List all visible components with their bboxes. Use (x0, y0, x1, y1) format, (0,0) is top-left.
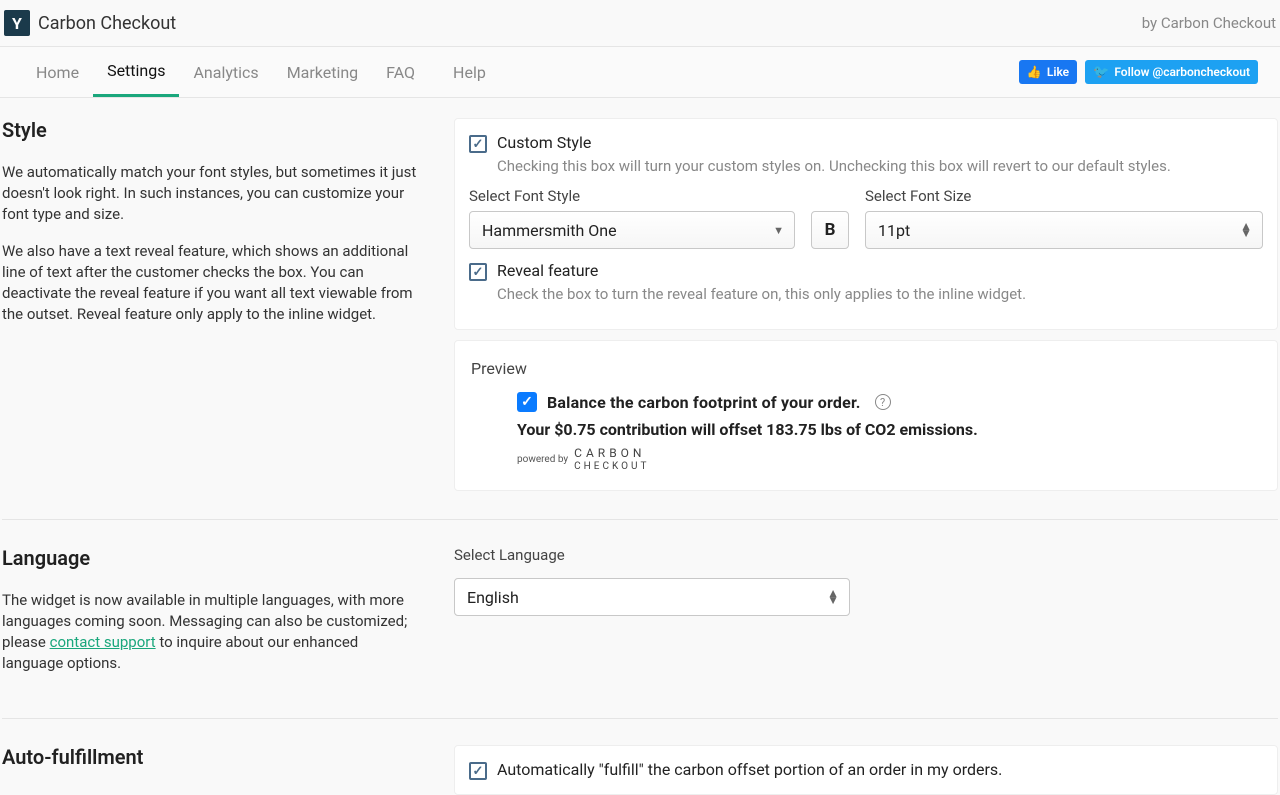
section-style: Style We automatically match your font s… (2, 118, 1278, 520)
custom-style-label: Custom Style (497, 133, 591, 152)
fb-like-label: Like (1047, 65, 1069, 79)
powered-by: powered by CARBON CHECKOUT (517, 447, 1261, 472)
autofulfill-panel: Automatically "fulfill" the carbon offse… (454, 745, 1278, 795)
tab-analytics[interactable]: Analytics (179, 49, 272, 96)
thumbs-up-icon: 👍 (1027, 65, 1042, 79)
navbar: Home Settings Analytics Marketing FAQ He… (0, 47, 1280, 98)
help-icon[interactable]: ? (875, 394, 891, 410)
preview-heading: Preview (471, 359, 1261, 378)
tab-marketing[interactable]: Marketing (273, 49, 372, 96)
language-heading: Language (2, 546, 422, 570)
preview-panel: Preview Balance the carbon footprint of … (454, 340, 1278, 491)
twitter-follow-button[interactable]: 🐦 Follow @carboncheckout (1085, 60, 1258, 84)
preview-main-text: Balance the carbon footprint of your ord… (547, 393, 861, 412)
custom-style-checkbox[interactable] (469, 135, 487, 153)
language-desc: The widget is now available in multiple … (2, 590, 422, 674)
social-buttons: 👍 Like 🐦 Follow @carboncheckout (1019, 50, 1258, 94)
twitter-icon: 🐦 (1093, 65, 1109, 80)
font-size-field-label: Select Font Size (865, 187, 1263, 205)
preview-sub-text: Your $0.75 contribution will offset 183.… (517, 420, 1261, 439)
tab-settings[interactable]: Settings (93, 47, 179, 97)
tab-home[interactable]: Home (22, 49, 93, 96)
custom-style-desc: Checking this box will turn your custom … (497, 157, 1263, 175)
reveal-feature-desc: Check the box to turn the reveal feature… (497, 285, 1263, 303)
bold-label: B (825, 220, 836, 240)
style-desc-2: We also have a text reveal feature, whic… (2, 241, 422, 325)
font-size-value: 11pt (878, 221, 910, 240)
brand-line2: CHECKOUT (574, 461, 649, 472)
tw-follow-label: Follow @carboncheckout (1114, 65, 1250, 79)
style-heading: Style (2, 118, 422, 142)
brand-line1: CARBON (574, 446, 645, 460)
brand-logo: CARBON CHECKOUT (574, 447, 649, 472)
reveal-feature-checkbox[interactable] (469, 263, 487, 281)
contact-support-link[interactable]: contact support (50, 633, 156, 651)
byline: by Carbon Checkout (1142, 14, 1278, 32)
app-title: Carbon Checkout (38, 13, 176, 34)
bold-toggle-button[interactable]: B (811, 211, 849, 249)
app-logo: Y (4, 10, 30, 36)
section-language: Language The widget is now available in … (2, 546, 1278, 719)
stepper-icon: ▲▼ (827, 590, 839, 604)
font-style-value: Hammersmith One (482, 221, 617, 240)
preview-checkbox[interactable] (517, 392, 537, 412)
font-style-field-label: Select Font Style (469, 187, 795, 205)
language-select[interactable]: English ▲▼ (454, 578, 850, 616)
tab-help[interactable]: Help (439, 49, 500, 96)
language-value: English (467, 588, 519, 607)
autofulfill-label: Automatically "fulfill" the carbon offse… (497, 760, 1002, 779)
font-size-select[interactable]: 11pt ▲▼ (865, 211, 1263, 249)
language-select-label: Select Language (454, 546, 1278, 564)
style-controls-panel: Custom Style Checking this box will turn… (454, 118, 1278, 330)
style-desc-1: We automatically match your font styles,… (2, 162, 422, 225)
topbar: Y Carbon Checkout by Carbon Checkout (0, 0, 1280, 47)
section-auto-fulfillment: Auto-fulfillment Automatically "fulfill"… (2, 745, 1278, 795)
reveal-feature-label: Reveal feature (497, 261, 598, 280)
autofulfill-heading: Auto-fulfillment (2, 745, 422, 769)
chevron-down-icon: ▼ (773, 224, 784, 237)
font-style-select[interactable]: Hammersmith One ▼ (469, 211, 795, 249)
stepper-icon: ▲▼ (1240, 223, 1252, 237)
powered-by-label: powered by (517, 454, 568, 465)
facebook-like-button[interactable]: 👍 Like (1019, 60, 1077, 84)
autofulfill-checkbox[interactable] (469, 762, 487, 780)
tab-faq[interactable]: FAQ (372, 49, 429, 96)
